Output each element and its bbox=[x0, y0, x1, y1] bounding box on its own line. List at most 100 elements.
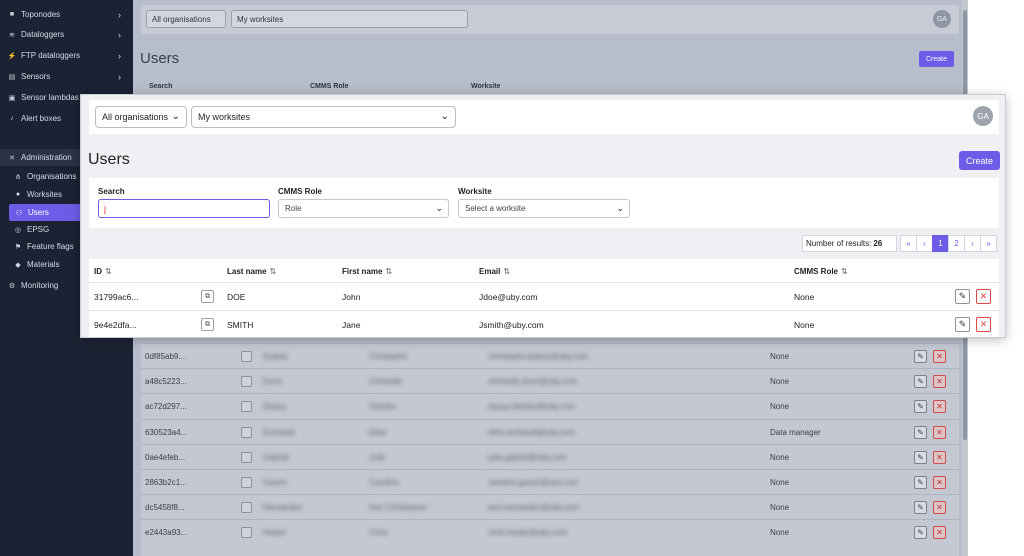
next-page-button[interactable]: › bbox=[964, 235, 981, 252]
gear-icon: ⚙ bbox=[8, 282, 16, 290]
background-table-row: dc5458f8... Hernandez Ann Christopher ann.h… bbox=[141, 494, 959, 519]
organisation-select[interactable]: All organisations ⌄ bbox=[95, 106, 187, 128]
copy-icon[interactable]: ⧉ bbox=[201, 290, 214, 303]
background-search-label: Search bbox=[149, 83, 173, 90]
column-header-cmms-role[interactable]: CMMS Role ⇅ bbox=[794, 267, 848, 276]
last-page-button[interactable]: » bbox=[980, 235, 997, 252]
topbar: All organisations ⌄ My worksites ⌄ GA bbox=[89, 100, 999, 134]
bg-user-cmms-role: None bbox=[770, 377, 790, 387]
delete-icon[interactable]: ✕ bbox=[933, 450, 946, 464]
bg-user-cmms-role: None bbox=[770, 352, 790, 361]
copy-icon[interactable] bbox=[241, 527, 252, 539]
sort-icon: ⇅ bbox=[105, 267, 112, 276]
table-row: 9e4e2dfa... ⧉ SMITH Jane Jsmith@uby.com … bbox=[89, 310, 999, 337]
pin-icon: ● bbox=[15, 191, 21, 198]
sidebar-item-sensors[interactable]: ▤ Sensors › bbox=[0, 68, 133, 85]
copy-icon[interactable] bbox=[241, 451, 252, 463]
copy-icon[interactable]: ⧉ bbox=[201, 318, 214, 331]
edit-icon[interactable]: ✎ bbox=[914, 350, 927, 363]
column-header-last-name[interactable]: Last name ⇅ bbox=[227, 267, 276, 276]
copy-icon[interactable] bbox=[241, 376, 252, 388]
background-worksite-label: Worksite bbox=[471, 83, 501, 90]
edit-icon[interactable]: ✎ bbox=[914, 450, 927, 464]
delete-icon[interactable]: ✕ bbox=[933, 400, 946, 414]
sort-icon: ⇅ bbox=[385, 267, 393, 276]
bg-user-first-name: Christophe bbox=[369, 352, 408, 361]
delete-icon[interactable]: ✕ bbox=[933, 350, 946, 363]
user-id: 31799ac6... bbox=[94, 292, 139, 302]
bg-user-first-name: Ann Christopher bbox=[369, 503, 427, 513]
background-table: 0df85ab9... Dubois Christophe christophe.du… bbox=[141, 343, 959, 556]
bg-user-id: 0df85ab9... bbox=[145, 352, 186, 361]
bell-icon: ♪ bbox=[10, 115, 14, 122]
background-page-title: Users bbox=[140, 50, 180, 67]
bg-user-id: 630523a4... bbox=[145, 427, 188, 437]
sidebar-item-ftp-dataloggers[interactable]: ⚡ FTP dataloggers › bbox=[0, 47, 133, 64]
results-count: Number of results: 26 bbox=[802, 235, 897, 252]
prev-page-button[interactable]: ‹ bbox=[916, 235, 933, 252]
avatar[interactable]: GA bbox=[973, 106, 993, 126]
create-button[interactable]: Create bbox=[959, 151, 1000, 170]
edit-icon[interactable]: ✎ bbox=[914, 400, 927, 414]
copy-icon[interactable] bbox=[241, 401, 252, 413]
edit-icon[interactable]: ✎ bbox=[914, 375, 927, 389]
delete-icon[interactable]: ✕ bbox=[933, 526, 946, 540]
edit-icon[interactable]: ✎ bbox=[914, 425, 927, 439]
column-header-first-name[interactable]: First name ⇅ bbox=[342, 267, 392, 276]
wifi-icon: ≋ bbox=[9, 31, 15, 39]
bg-user-first-name: Damien bbox=[369, 402, 397, 412]
background-topbar: All organisations My worksites GA bbox=[141, 5, 959, 34]
delete-icon[interactable]: ✕ bbox=[933, 375, 946, 389]
bg-user-last-name: Hernandez bbox=[263, 503, 303, 513]
bg-user-last-name: Dubois bbox=[263, 352, 288, 361]
edit-icon[interactable]: ✎ bbox=[914, 476, 927, 489]
delete-icon[interactable]: ✕ bbox=[933, 476, 946, 489]
bg-user-first-name: Elise bbox=[369, 427, 387, 437]
delete-icon[interactable]: ✕ bbox=[976, 317, 991, 332]
page-1-button[interactable]: 1 bbox=[932, 235, 949, 252]
user-first-name: John bbox=[342, 292, 361, 302]
background-table-row: 0df85ab9... Dubois Christophe christophe.du… bbox=[141, 343, 959, 368]
delete-icon[interactable]: ✕ bbox=[933, 425, 946, 439]
page-2-button[interactable]: 2 bbox=[948, 235, 965, 252]
role-select[interactable]: Role ⌄ bbox=[278, 199, 449, 218]
users-table: ID ⇅ Last name ⇅ First name ⇅ Email ⇅ CMMS R… bbox=[89, 259, 999, 337]
plug-icon: ⚡ bbox=[7, 52, 17, 60]
first-page-button[interactable]: « bbox=[900, 235, 917, 252]
copy-icon[interactable] bbox=[241, 502, 252, 514]
users-panel: All organisations ⌄ My worksites ⌄ GA Us… bbox=[80, 94, 1006, 338]
flag-icon: ⚑ bbox=[14, 243, 22, 251]
sidebar-item-toponodes[interactable]: ■ Toponodes › bbox=[0, 6, 133, 23]
column-header-email[interactable]: Email ⇅ bbox=[479, 267, 510, 276]
user-id: 9e4e2dfa... bbox=[94, 320, 137, 330]
search-input[interactable]: j bbox=[98, 199, 270, 218]
bg-user-email: christophe.dubois@uby.com bbox=[488, 352, 589, 361]
bg-user-email: chris.hester@uby.com bbox=[488, 528, 568, 538]
worksite-filter-select[interactable]: Select a worksite ⌄ bbox=[458, 199, 630, 218]
background-table-row: 630523a4... Eckhardt Elise elise.eckhardt@u… bbox=[141, 418, 959, 444]
background-table-row: 2863b2c1... Guerin Caroline caroline.guerin… bbox=[141, 469, 959, 494]
copy-icon[interactable] bbox=[241, 477, 252, 488]
bg-user-cmms-role: None bbox=[770, 503, 790, 513]
bg-user-email: dupuy.damien@uby.com bbox=[488, 402, 576, 412]
bg-user-email: julie.gabriel@uby.com bbox=[488, 452, 567, 462]
edit-icon[interactable]: ✎ bbox=[955, 317, 970, 332]
copy-icon[interactable] bbox=[241, 351, 252, 362]
chevron-right-icon: › bbox=[118, 29, 121, 40]
edit-icon[interactable]: ✎ bbox=[914, 526, 927, 540]
copy-icon[interactable] bbox=[241, 426, 252, 438]
column-header-id[interactable]: ID ⇅ bbox=[94, 267, 112, 276]
edit-icon[interactable]: ✎ bbox=[914, 501, 927, 515]
delete-icon[interactable]: ✕ bbox=[976, 289, 991, 304]
filters-bar: Search j CMMS Role Role ⌄ Worksite Selec… bbox=[89, 178, 999, 228]
role-label: CMMS Role bbox=[278, 187, 322, 196]
edit-icon[interactable]: ✎ bbox=[955, 289, 970, 304]
delete-icon[interactable]: ✕ bbox=[933, 501, 946, 515]
user-cmms-role: None bbox=[794, 320, 815, 330]
page-title: Users bbox=[88, 151, 130, 168]
bg-user-last-name: Gabriel bbox=[263, 452, 289, 462]
worksite-select[interactable]: My worksites ⌄ bbox=[191, 106, 456, 128]
user-email: Jdoe@uby.com bbox=[479, 292, 538, 302]
bg-user-last-name: Dupuy bbox=[263, 402, 287, 412]
sidebar-item-dataloggers[interactable]: ≋ Dataloggers › bbox=[0, 26, 133, 43]
